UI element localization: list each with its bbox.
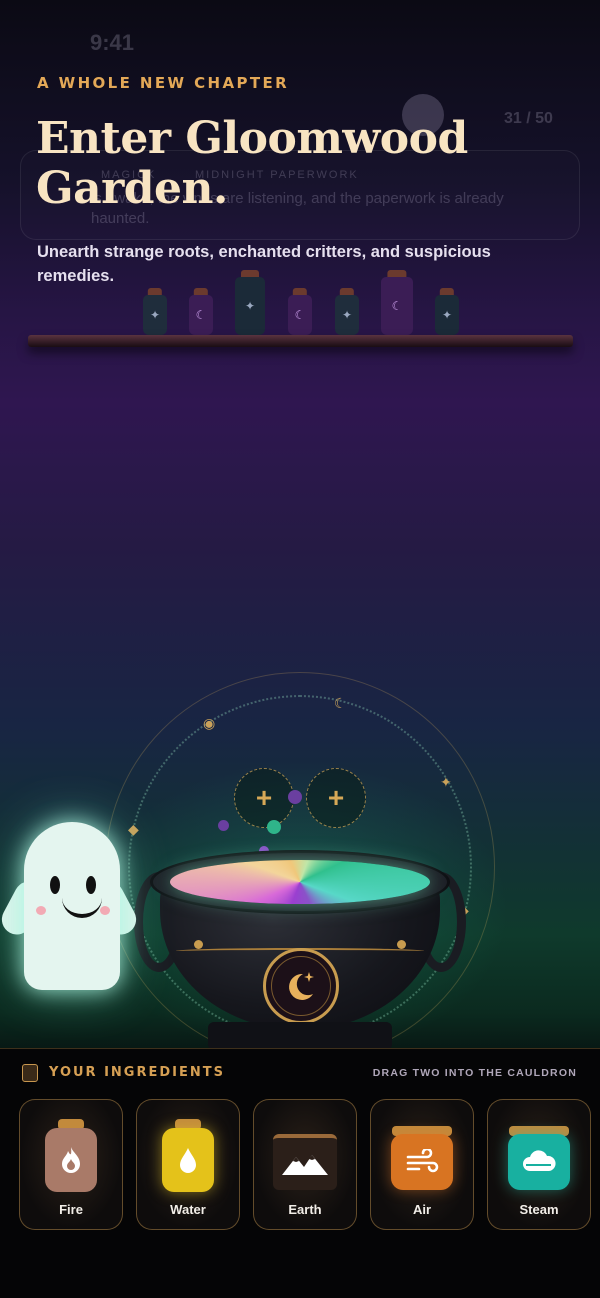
- ingredient-label: Fire: [59, 1202, 83, 1217]
- jar-body: [508, 1134, 570, 1190]
- ingredient-drop-slot-2[interactable]: +: [306, 768, 366, 828]
- steam-jar: [506, 1126, 572, 1196]
- ingredients-heading: YOUR INGREDIENTS: [49, 1065, 225, 1080]
- ingredient-label: Steam: [519, 1202, 559, 1217]
- bottle-body: [45, 1128, 97, 1192]
- rune-square-icon: ◆: [128, 821, 139, 837]
- wind-icon: [406, 1149, 439, 1173]
- ingredient-card-earth[interactable]: Earth: [253, 1099, 357, 1230]
- flame-icon: [62, 1147, 80, 1173]
- bottle-body: [162, 1128, 214, 1192]
- droplet-icon: [180, 1148, 196, 1173]
- book-icon: [22, 1064, 38, 1082]
- ghost-eye: [86, 876, 96, 894]
- cauldron-emblem: [263, 948, 339, 1024]
- cauldron-base: [208, 1022, 392, 1050]
- ingredient-card-steam[interactable]: Steam: [487, 1099, 591, 1230]
- page-subtitle: Unearth strange roots, enchanted critter…: [37, 243, 491, 285]
- potion-jar-icon: ☾: [288, 288, 312, 335]
- cauldron-rivet: [397, 940, 406, 949]
- potion-jar-icon: ✦: [235, 270, 265, 335]
- ingredient-label: Water: [170, 1202, 206, 1217]
- bubble: [267, 820, 281, 834]
- eye-rune-icon: ◉: [203, 715, 216, 731]
- chapter-eyebrow: A WHOLE NEW CHAPTER: [37, 74, 290, 92]
- cauldron[interactable]: [134, 850, 466, 1050]
- status-time: 9:41: [90, 30, 135, 55]
- moon-rune-icon: ☾: [334, 695, 347, 711]
- water-bottle: [160, 1119, 216, 1200]
- ghost-body: [24, 822, 120, 990]
- potion-jar-icon: ✦: [143, 288, 167, 335]
- ghost-eye: [50, 876, 60, 894]
- ghost-mouth: [62, 898, 102, 918]
- potion-shelf: [28, 335, 573, 347]
- moon-stars-icon: [289, 972, 314, 1000]
- ingredient-label: Earth: [288, 1202, 322, 1217]
- potion-jar-icon: ✦: [335, 288, 359, 335]
- crate-body: [273, 1134, 337, 1190]
- ingredient-label: Air: [412, 1202, 432, 1217]
- ghost-cheek: [36, 906, 46, 915]
- mountains-icon: [282, 1155, 328, 1175]
- potion-jar-icon: ☾: [189, 288, 213, 335]
- jar-body: [391, 1134, 453, 1190]
- cauldron-rivet: [194, 940, 203, 949]
- bubble: [288, 790, 302, 804]
- cloud-icon: [523, 1150, 556, 1171]
- star-rune-icon: ✦: [440, 774, 452, 790]
- ingredient-drop-slot-1[interactable]: +: [234, 768, 294, 828]
- air-jar: [389, 1126, 455, 1196]
- ingredient-card-water[interactable]: Water: [136, 1099, 240, 1230]
- potion-jar-icon: ✦: [435, 288, 459, 335]
- earth-crate: [272, 1126, 338, 1196]
- potion-jar-icon: ☾: [381, 270, 413, 335]
- cauldron-brew: [170, 860, 430, 904]
- ingredient-card-air[interactable]: Air: [370, 1099, 474, 1230]
- bubble: [218, 820, 229, 831]
- ghost-cheek: [100, 906, 110, 915]
- page-title: Enter Gloomwood Garden.: [36, 113, 468, 214]
- ghost-mascot: [0, 822, 142, 992]
- ingredient-card-fire[interactable]: Fire: [19, 1099, 123, 1230]
- ingredients-hint: DRAG TWO INTO THE CAULDRON: [372, 1067, 577, 1079]
- fire-bottle: [43, 1119, 99, 1200]
